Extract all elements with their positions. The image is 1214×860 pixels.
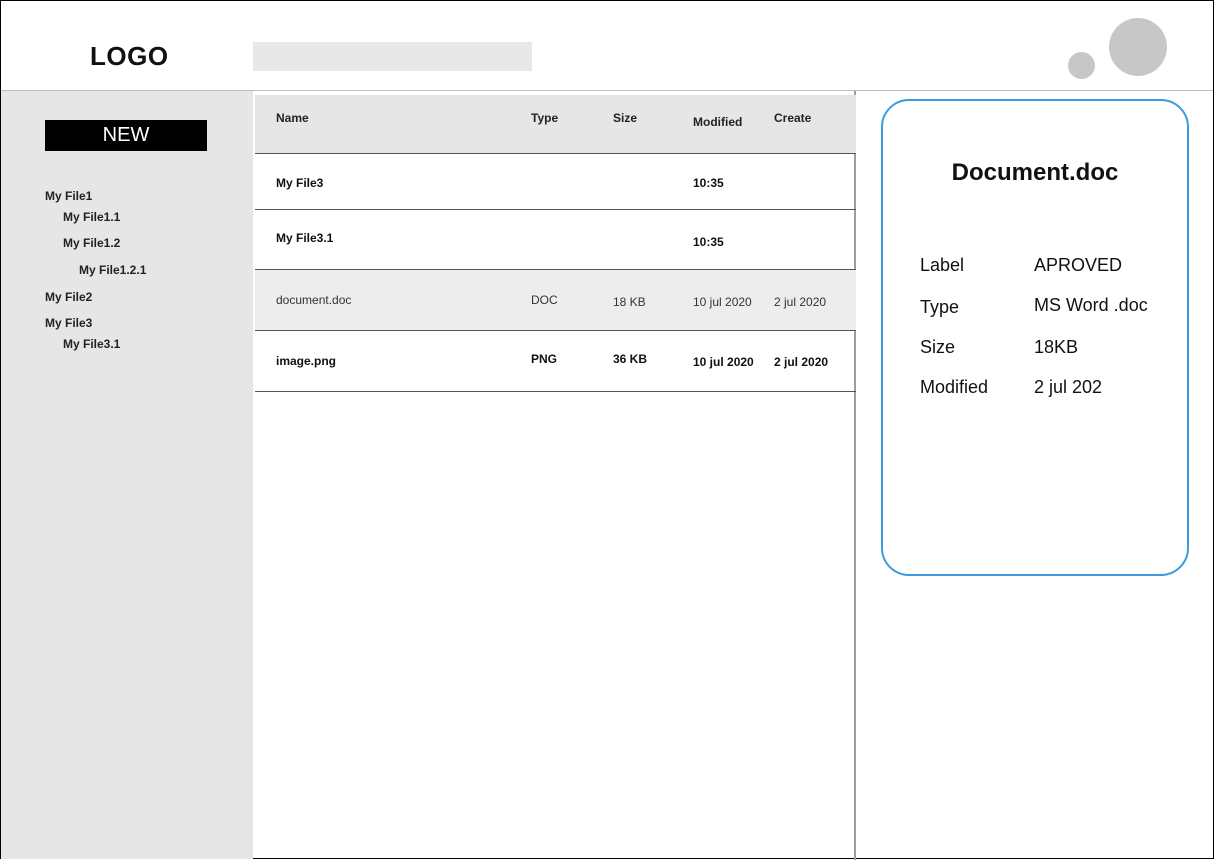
column-header-modified[interactable]: Modified <box>693 115 742 129</box>
column-header-name[interactable]: Name <box>276 111 309 125</box>
table-row[interactable]: My File3.1 10:35 <box>255 210 856 270</box>
tree-item-my-file1-2[interactable]: My File1.2 <box>63 236 120 250</box>
cell-name: image.png <box>276 354 337 368</box>
cell-modified: 10 jul 2020 <box>693 295 752 309</box>
avatar[interactable] <box>1109 18 1167 76</box>
column-header-type[interactable]: Type <box>531 111 558 125</box>
table-row-selected[interactable]: document.doc DOC 18 KB 10 jul 2020 2 jul… <box>255 270 856 331</box>
cell-modified: 10:35 <box>693 235 724 249</box>
details-label-label: Label <box>920 255 965 275</box>
cell-type: PNG <box>531 352 558 366</box>
details-value-type: MS Word .doc <box>1034 295 1148 315</box>
cell-name: document.doc <box>276 293 352 307</box>
tree-item-my-file3[interactable]: My File3 <box>45 316 92 330</box>
cell-size: 36 KB <box>613 352 648 366</box>
search-input[interactable] <box>253 42 532 71</box>
cell-name: My File3.1 <box>276 231 334 245</box>
cell-created: 2 jul 2020 <box>774 355 829 369</box>
cell-name: My File3 <box>276 176 324 190</box>
sidebar: NEW My File1 My File1.1 My File1.2 My Fi… <box>1 91 253 859</box>
details-value-label: APROVED <box>1034 255 1123 275</box>
details-panel: Document.doc Label APROVED Type MS Word … <box>881 99 1189 576</box>
notification-icon[interactable] <box>1068 52 1095 79</box>
details-label-size: Size <box>920 337 956 357</box>
column-header-create[interactable]: Create <box>774 111 811 125</box>
details-label-modified: Modified <box>920 377 989 397</box>
tree-item-my-file2[interactable]: My File2 <box>45 290 92 304</box>
logo[interactable]: LOGO <box>90 41 169 72</box>
cell-size: 18 KB <box>613 295 646 309</box>
details-value-size: 18KB <box>1034 337 1079 357</box>
details-title: Document.doc <box>951 159 1119 186</box>
column-header-size[interactable]: Size <box>613 111 637 125</box>
new-button[interactable]: NEW <box>45 120 207 151</box>
cell-type: DOC <box>531 293 558 307</box>
cell-modified: 10 jul 2020 <box>693 355 754 369</box>
cell-modified: 10:35 <box>693 176 724 190</box>
details-value-modified: 2 jul 202 <box>1034 377 1103 397</box>
file-list-header: Name Type Size Modified Create <box>255 95 856 154</box>
tree-item-my-file3-1[interactable]: My File3.1 <box>63 337 120 351</box>
tree-item-my-file1-2-1[interactable]: My File1.2.1 <box>79 263 146 277</box>
table-row[interactable]: image.png PNG 36 KB 10 jul 2020 2 jul 20… <box>255 331 856 392</box>
cell-created: 2 jul 2020 <box>774 295 827 309</box>
file-list: Name Type Size Modified Create My File3 … <box>255 91 856 860</box>
tree-item-my-file1-1[interactable]: My File1.1 <box>63 210 120 224</box>
tree-item-my-file1[interactable]: My File1 <box>45 189 92 203</box>
app-window: LOGO NEW My File1 My File1.1 My File1.2 … <box>0 0 1214 860</box>
table-row[interactable]: My File3 10:35 <box>255 154 856 210</box>
top-header: LOGO <box>1 1 1213 91</box>
details-label-type: Type <box>920 297 960 317</box>
